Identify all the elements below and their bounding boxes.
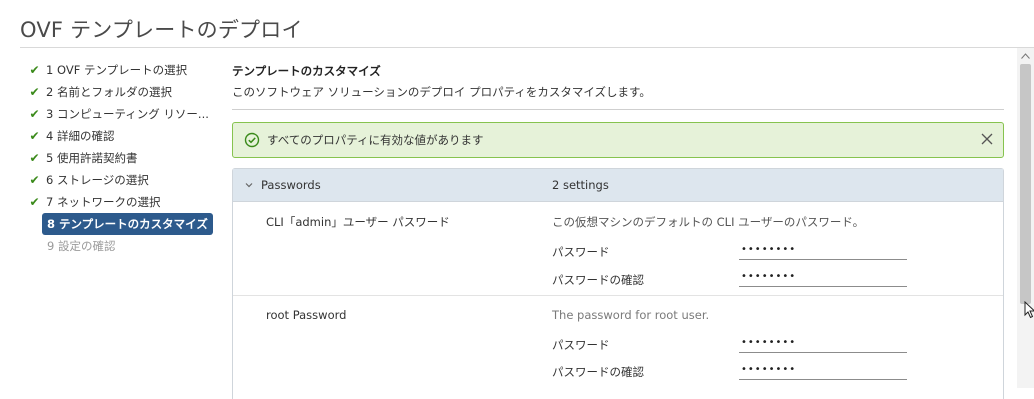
password-confirm-input[interactable] <box>739 359 907 380</box>
password-input[interactable] <box>739 239 907 260</box>
step-8-current[interactable]: 8 テンプレートのカスタマイズ <box>42 213 218 235</box>
step-label: 6 ストレージの選択 <box>46 173 149 187</box>
section-divider <box>232 109 1004 110</box>
step-label: 7 ネットワークの選択 <box>46 195 161 209</box>
close-icon[interactable] <box>979 131 995 147</box>
password-confirm-label: パスワードの確認 <box>552 273 644 287</box>
group-settings-count: 2 settings <box>552 178 609 192</box>
chevron-down-icon[interactable] <box>244 180 254 190</box>
step-5[interactable]: ✔ 5 使用許諾契約書 <box>28 147 218 169</box>
step-3[interactable]: ✔ 3 コンピューティング リソー... <box>28 103 218 125</box>
password-label: パスワード <box>552 338 610 352</box>
step-label: 4 詳細の確認 <box>46 129 115 143</box>
step-label: 8 テンプレートのカスタマイズ <box>42 213 213 235</box>
step-6[interactable]: ✔ 6 ストレージの選択 <box>28 169 218 191</box>
group-header-passwords[interactable]: Passwords 2 settings <box>233 169 1003 202</box>
scroll-up-arrow-icon[interactable] <box>1021 53 1030 59</box>
step-label: 2 名前とフォルダの選択 <box>46 85 172 99</box>
section-description: このソフトウェア ソリューションのデプロイ プロパティをカスタマイズします。 <box>232 85 651 99</box>
validation-alert: すべてのプロパティに有効な値があります <box>232 122 1004 158</box>
group-name: Passwords <box>261 178 321 192</box>
title-divider <box>20 47 1034 48</box>
property-description: この仮想マシンのデフォルトの CLI ユーザーのパスワード。 <box>552 215 865 229</box>
page-title: OVF テンプレートのデプロイ <box>20 18 303 42</box>
property-admin-password: CLI「admin」ユーザー パスワード この仮想マシンのデフォルトの CLI … <box>233 202 1003 296</box>
step-label: 1 OVF テンプレートの選択 <box>46 63 188 77</box>
check-icon: ✔ <box>29 151 40 165</box>
check-icon: ✔ <box>29 129 40 143</box>
mouse-pointer-icon <box>1024 301 1034 319</box>
check-icon: ✔ <box>29 173 40 187</box>
check-icon: ✔ <box>29 195 40 209</box>
password-label: パスワード <box>552 245 610 259</box>
check-icon: ✔ <box>29 85 40 99</box>
check-circle-icon <box>244 132 260 148</box>
step-label: 9 設定の確認 <box>47 239 116 253</box>
password-confirm-input[interactable] <box>739 266 907 287</box>
password-input[interactable] <box>739 332 907 353</box>
property-description: The password for root user. <box>552 308 710 322</box>
alert-message: すべてのプロパティに有効な値があります <box>267 133 484 147</box>
property-name: root Password <box>266 308 347 322</box>
step-1[interactable]: ✔ 1 OVF テンプレートの選択 <box>28 59 218 81</box>
step-2[interactable]: ✔ 2 名前とフォルダの選択 <box>28 81 218 103</box>
section-title: テンプレートのカスタマイズ <box>232 64 381 78</box>
property-name: CLI「admin」ユーザー パスワード <box>266 215 450 229</box>
vertical-scrollbar[interactable] <box>1017 48 1034 388</box>
scrollbar-thumb[interactable] <box>1020 64 1031 304</box>
main-content: テンプレートのカスタマイズ このソフトウェア ソリューションのデプロイ プロパテ… <box>232 59 1004 399</box>
step-label: 5 使用許諾契約書 <box>46 151 138 165</box>
password-confirm-label: パスワードの確認 <box>552 365 644 379</box>
step-9: 9 設定の確認 <box>42 235 218 257</box>
step-7[interactable]: ✔ 7 ネットワークの選択 <box>28 191 218 213</box>
properties-grid: Passwords 2 settings CLI「admin」ユーザー パスワー… <box>232 168 1004 399</box>
wizard-steps: ✔ 1 OVF テンプレートの選択 ✔ 2 名前とフォルダの選択 ✔ 3 コンピ… <box>28 59 218 257</box>
step-label: 3 コンピューティング リソー... <box>46 107 209 121</box>
check-icon: ✔ <box>29 63 40 77</box>
check-icon: ✔ <box>29 107 40 121</box>
step-4[interactable]: ✔ 4 詳細の確認 <box>28 125 218 147</box>
